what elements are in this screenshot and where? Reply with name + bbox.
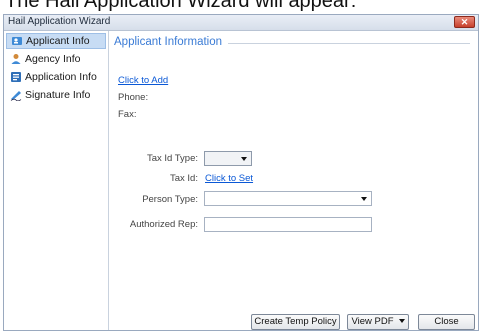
fax-label: Fax: (118, 109, 137, 120)
tax-id-type-select[interactable] (204, 151, 252, 166)
view-pdf-label: View PDF (351, 316, 394, 327)
close-button[interactable]: Close (418, 314, 475, 330)
person-icon (11, 54, 21, 64)
view-pdf-button[interactable]: View PDF (347, 314, 409, 330)
chevron-down-icon (241, 157, 247, 161)
close-label: Close (434, 316, 459, 327)
sidebar-item-label: Agency Info (25, 53, 81, 65)
signature-icon (10, 91, 22, 101)
application-icon (11, 72, 21, 82)
sidebar-item-label: Application Info (25, 71, 97, 83)
page-caption: The Hail Application Wizard will appear: (5, 0, 357, 12)
create-temp-policy-label: Create Temp Policy (254, 316, 337, 327)
click-to-set-link[interactable]: Click to Set (205, 173, 253, 184)
authorized-rep-input[interactable] (204, 217, 372, 232)
sidebar-item-applicant-info[interactable]: Applicant Info (6, 33, 106, 49)
tax-id-type-label: Tax Id Type: (146, 153, 198, 164)
sidebar-item-label: Applicant Info (26, 35, 90, 47)
close-window-button[interactable]: ✕ (454, 16, 475, 28)
sidebar-item-signature-info[interactable]: Signature Info (6, 87, 106, 103)
authorized-rep-label: Authorized Rep: (129, 219, 198, 230)
window-title: Hail Application Wizard (8, 16, 111, 27)
person-type-label: Person Type: (142, 194, 198, 205)
sidebar-item-label: Signature Info (25, 89, 91, 101)
create-temp-policy-button[interactable]: Create Temp Policy (251, 314, 340, 330)
click-to-add-link[interactable]: Click to Add (118, 75, 168, 86)
section-divider (225, 43, 470, 44)
dropdown-caret-icon (398, 319, 405, 324)
section-title: Applicant Information (114, 36, 229, 48)
wizard-window: Hail Application Wizard ✕ Applicant Info… (3, 14, 479, 331)
sidebar-item-agency-info[interactable]: Agency Info (6, 51, 106, 67)
applicant-icon (12, 37, 22, 45)
tax-id-label: Tax Id: (170, 173, 198, 184)
chevron-down-icon (361, 197, 367, 201)
title-bar: Hail Application Wizard ✕ (4, 15, 478, 31)
person-type-select[interactable] (204, 191, 372, 206)
sidebar-nav: Applicant Info Agency Info Application I… (4, 31, 109, 330)
phone-label: Phone: (118, 92, 149, 103)
applicant-info-panel: Applicant Information Click to Add Phone… (109, 31, 478, 330)
sidebar-item-application-info[interactable]: Application Info (6, 69, 106, 85)
